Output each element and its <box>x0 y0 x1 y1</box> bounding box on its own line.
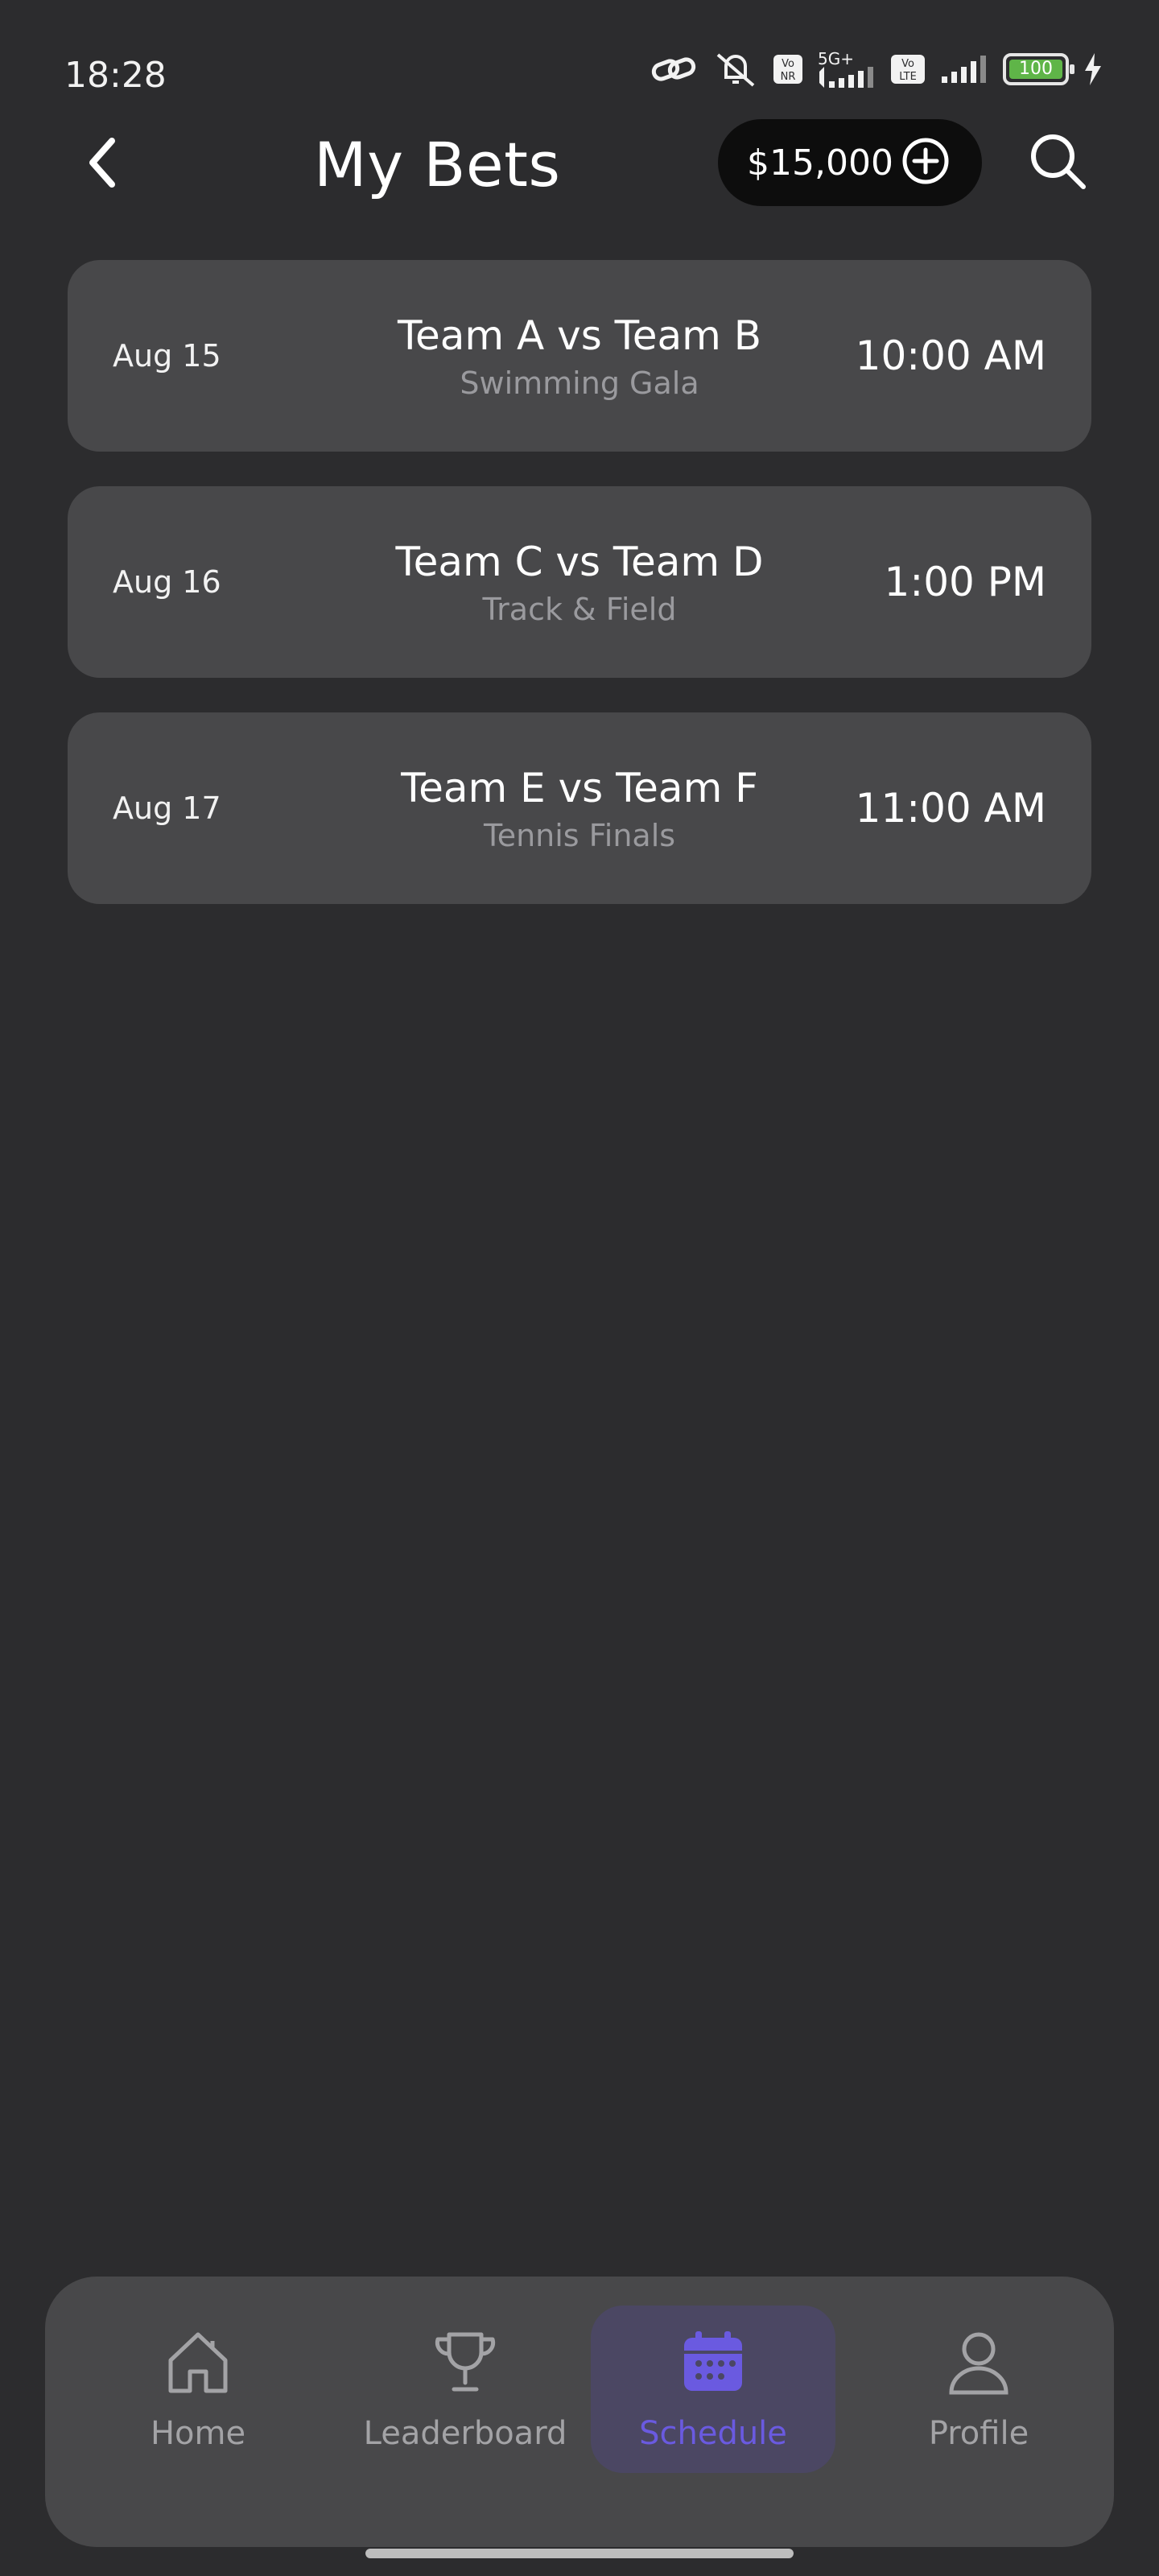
bet-card[interactable]: Aug 15 Team A vs Team B Swimming Gala 10… <box>68 260 1091 452</box>
battery-level: 100 <box>1009 60 1062 79</box>
home-icon <box>161 2325 235 2399</box>
bottom-nav: Home Leaderboard Schedule Profile <box>45 2277 1114 2547</box>
balance-amount: $15,000 <box>747 142 893 184</box>
profile-icon <box>942 2325 1016 2399</box>
search-button[interactable] <box>1024 129 1091 196</box>
bet-list: Aug 15 Team A vs Team B Swimming Gala 10… <box>68 260 1091 939</box>
volte-lte-badge: Vo LTE <box>890 54 926 85</box>
nav-label: Profile <box>928 2415 1029 2452</box>
page-title: My Bets <box>314 129 561 200</box>
svg-text:LTE: LTE <box>899 71 917 83</box>
nav-item-profile[interactable]: Profile <box>856 2306 1101 2473</box>
home-indicator[interactable] <box>365 2549 794 2558</box>
bet-card[interactable]: Aug 17 Team E vs Team F Tennis Finals 11… <box>68 712 1091 904</box>
nav-item-home[interactable]: Home <box>76 2306 320 2473</box>
nav-item-leaderboard[interactable]: Leaderboard <box>343 2306 588 2473</box>
svg-text:Vo: Vo <box>782 58 794 70</box>
signal-icon <box>940 56 988 83</box>
link-icon <box>650 52 699 87</box>
bet-time: 10:00 AM <box>855 332 1046 379</box>
signal-5g-icon: 5G+ <box>818 51 876 88</box>
add-funds-icon[interactable] <box>901 137 950 188</box>
calendar-icon <box>676 2325 750 2399</box>
bet-time: 11:00 AM <box>855 785 1046 832</box>
svg-text:Vo: Vo <box>901 58 914 70</box>
volte-nr-badge: Vo NR <box>773 54 803 85</box>
header: My Bets $15,000 <box>0 113 1159 217</box>
balance-pill[interactable]: $15,000 <box>718 119 982 206</box>
nav-item-schedule[interactable]: Schedule <box>591 2306 835 2473</box>
svg-text:NR: NR <box>781 71 796 83</box>
battery-icon: 100 <box>1003 53 1074 85</box>
trophy-icon <box>428 2325 502 2399</box>
chevron-left-icon <box>85 136 120 192</box>
back-button[interactable] <box>74 132 130 196</box>
status-icons: Vo NR 5G+ Vo LTE 100 <box>650 50 1103 89</box>
nav-label: Leaderboard <box>363 2415 567 2452</box>
network-label: 5G+ <box>818 49 854 68</box>
search-icon <box>1027 130 1088 195</box>
nav-label: Home <box>150 2415 246 2452</box>
status-time: 18:28 <box>64 55 167 96</box>
bet-time: 1:00 PM <box>884 559 1046 605</box>
bet-card[interactable]: Aug 16 Team C vs Team D Track & Field 1:… <box>68 486 1091 678</box>
nav-label: Schedule <box>639 2415 787 2452</box>
mute-icon <box>713 50 758 89</box>
status-bar: 18:28 Vo NR 5G+ Vo LTE 100 <box>0 0 1159 121</box>
charging-icon <box>1083 53 1103 85</box>
